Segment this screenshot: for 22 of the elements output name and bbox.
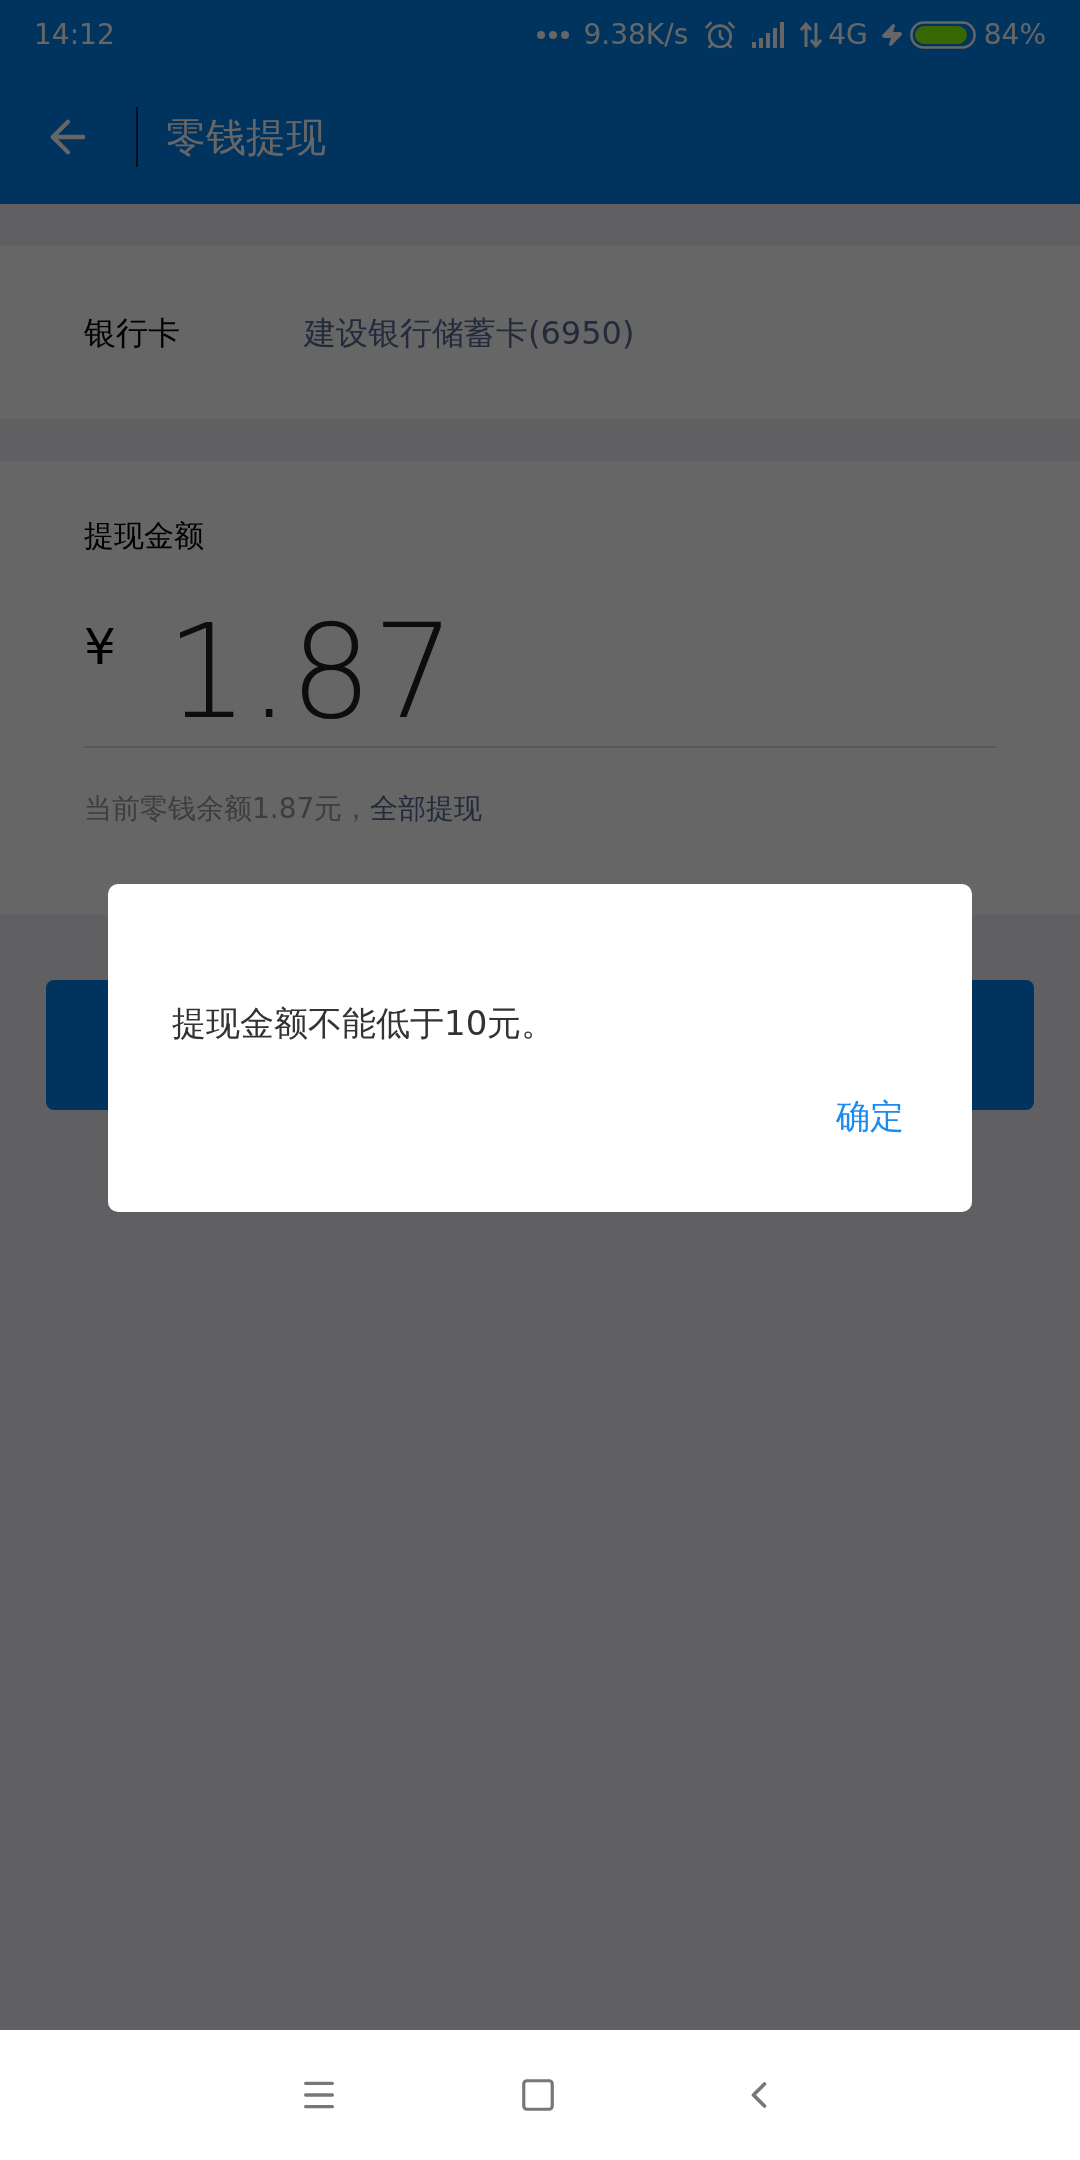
signal-icon <box>752 22 787 48</box>
dialog-message: 提现金额不能低于10元。 <box>172 1002 557 1045</box>
amount-label: 提现金额 <box>84 517 205 555</box>
bank-card-row[interactable]: 银行卡 建设银行储蓄卡(6950) <box>0 246 1080 419</box>
network-type: 4G <box>828 17 868 53</box>
page-title: 零钱提现 <box>166 113 326 162</box>
status-time: 14:12 <box>34 17 115 53</box>
data-arrows-icon <box>800 21 823 49</box>
bank-card-value: 建设银行储蓄卡(6950) <box>304 312 635 354</box>
alarm-icon <box>704 19 737 51</box>
confirm-button[interactable]: 确定 <box>832 1091 908 1142</box>
bank-card-label: 银行卡 <box>84 312 181 354</box>
network-speed: 9.38K/s <box>583 17 689 53</box>
charging-icon <box>879 21 904 49</box>
amount-field[interactable]: ¥ 1.87 <box>84 598 996 748</box>
withdraw-all-link[interactable]: 全部提现 <box>370 792 483 825</box>
more-dots-icon <box>535 30 570 40</box>
home-icon[interactable] <box>519 2076 557 2114</box>
battery-icon <box>909 21 976 49</box>
battery-percent: 84% <box>983 17 1046 53</box>
currency-symbol: ¥ <box>84 617 116 678</box>
amount-value: 1.87 <box>165 607 456 737</box>
